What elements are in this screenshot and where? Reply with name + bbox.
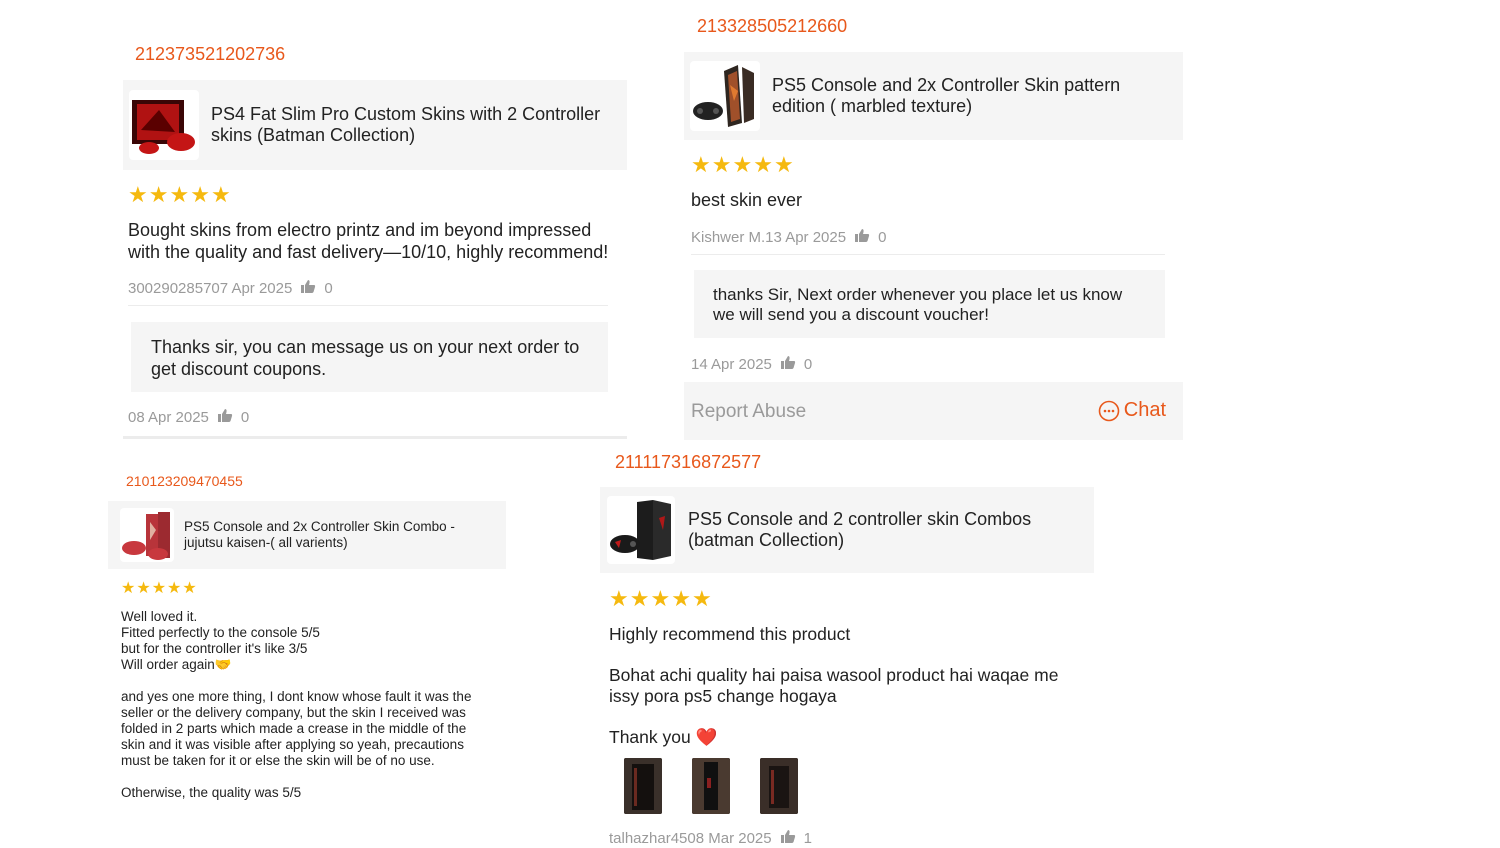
- chat-bubble-icon: [1098, 400, 1120, 422]
- review-photo[interactable]: [624, 758, 662, 814]
- like-count: 1: [803, 830, 812, 847]
- product-name[interactable]: PS5 Console and 2x Controller Skin patte…: [772, 75, 1172, 117]
- like-count: 0: [324, 280, 333, 297]
- star-icon: ★: [609, 586, 629, 611]
- rating-stars: ★ ★ ★ ★ ★: [609, 586, 712, 612]
- product-card[interactable]: PS4 Fat Slim Pro Custom Skins with 2 Con…: [123, 80, 627, 170]
- rating-stars: ★ ★ ★ ★ ★: [128, 182, 231, 208]
- star-icon: ★: [121, 580, 136, 597]
- review-meta: 300290285707 Apr 2025 0: [128, 279, 333, 298]
- product-thumbnail: [690, 61, 760, 131]
- order-id: 211117316872577: [615, 452, 762, 472]
- star-icon: ★: [711, 152, 732, 177]
- review-meta: Kishwer M.13 Apr 2025 0: [691, 228, 886, 247]
- review-footer: Report Abuse Chat: [684, 382, 1183, 440]
- rating-stars: ★ ★ ★ ★ ★: [121, 578, 197, 598]
- like-count: 0: [803, 356, 813, 373]
- reply-date: 08 Apr 2025: [128, 409, 209, 426]
- product-name[interactable]: PS5 Console and 2x Controller Skin Combo…: [184, 519, 474, 551]
- product-name[interactable]: PS5 Console and 2 controller skin Combos…: [688, 509, 1068, 551]
- star-icon: ★: [691, 152, 711, 177]
- review-author-date: Kishwer M.13 Apr 2025: [691, 229, 847, 246]
- star-icon: ★: [629, 586, 650, 611]
- review-text: best skin ever: [691, 190, 803, 210]
- review-meta: talhazhar4508 Mar 2025 1: [609, 829, 812, 848]
- star-icon: ★: [128, 182, 148, 207]
- report-abuse-link[interactable]: Report Abuse: [691, 401, 806, 423]
- star-icon: ★: [169, 182, 190, 207]
- review-text: Well loved it. Fitted perfectly to the c…: [121, 609, 472, 800]
- star-icon: ★: [136, 580, 151, 597]
- like-icon[interactable]: [780, 355, 796, 374]
- star-icon: ★: [210, 182, 231, 207]
- star-icon: ★: [691, 586, 712, 611]
- reply-date: 14 Apr 2025: [691, 356, 772, 373]
- like-icon[interactable]: [300, 279, 316, 298]
- star-icon: ★: [148, 182, 169, 207]
- review-text: Bought skins from electro printz and im …: [128, 220, 609, 262]
- star-icon: ★: [732, 152, 753, 177]
- review-photo[interactable]: [692, 758, 730, 814]
- like-icon[interactable]: [854, 228, 870, 247]
- product-card[interactable]: PS5 Console and 2x Controller Skin patte…: [684, 52, 1183, 140]
- order-id: 213328505212660: [697, 16, 848, 36]
- order-id: 210123209470455: [126, 473, 243, 489]
- product-thumbnail: [120, 508, 174, 562]
- reply-meta: 14 Apr 2025 0: [691, 355, 812, 374]
- chat-button[interactable]: Chat: [1098, 399, 1166, 422]
- seller-reply: thanks Sir, Next order whenever you plac…: [694, 270, 1165, 338]
- product-card[interactable]: PS5 Console and 2 controller skin Combos…: [600, 487, 1094, 573]
- star-icon: ★: [650, 586, 671, 611]
- star-icon: ★: [182, 580, 197, 597]
- star-icon: ★: [167, 580, 182, 597]
- review-author-date: talhazhar4508 Mar 2025: [609, 830, 772, 847]
- review-text: Highly recommend this product Bohat achi…: [609, 624, 1059, 747]
- divider: [691, 254, 1165, 255]
- star-icon: ★: [151, 580, 167, 597]
- divider: [123, 436, 627, 439]
- star-icon: ★: [773, 152, 794, 177]
- star-icon: ★: [671, 586, 691, 611]
- product-name[interactable]: PS4 Fat Slim Pro Custom Skins with 2 Con…: [211, 104, 611, 146]
- star-icon: ★: [190, 182, 210, 207]
- seller-reply: Thanks sir, you can message us on your n…: [131, 322, 608, 392]
- order-id: 212373521202736: [135, 44, 286, 64]
- like-count: 0: [240, 409, 250, 426]
- divider: [128, 305, 608, 306]
- product-card[interactable]: PS5 Console and 2x Controller Skin Combo…: [108, 501, 506, 569]
- product-thumbnail: [607, 496, 675, 564]
- review-photo[interactable]: [760, 758, 798, 814]
- star-icon: ★: [753, 152, 773, 177]
- like-count: 0: [878, 229, 887, 246]
- chat-label: Chat: [1123, 399, 1166, 421]
- like-icon[interactable]: [217, 408, 233, 427]
- like-icon[interactable]: [780, 829, 796, 848]
- rating-stars: ★ ★ ★ ★ ★: [691, 152, 794, 178]
- review-author-date: 300290285707 Apr 2025: [128, 280, 293, 297]
- reply-meta: 08 Apr 2025 0: [128, 408, 249, 427]
- product-thumbnail: [129, 90, 199, 160]
